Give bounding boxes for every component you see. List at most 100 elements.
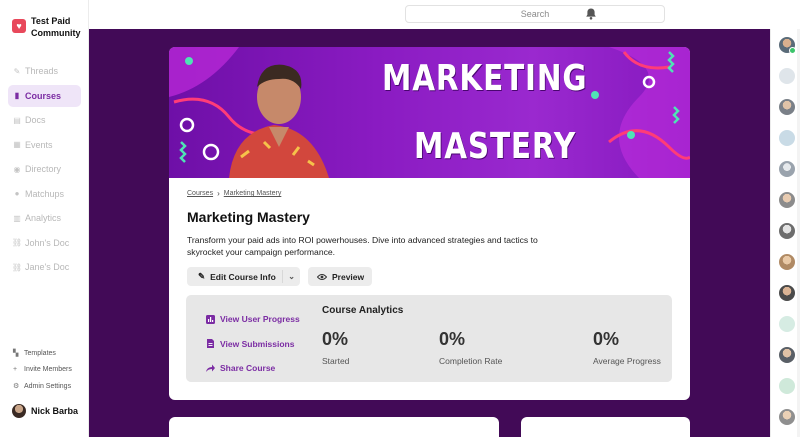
stat-started: 0% Started xyxy=(322,329,349,366)
share-icon xyxy=(206,364,215,372)
docs-icon: ▤ xyxy=(13,115,21,125)
brand[interactable]: ♥ Test Paid Community xyxy=(12,15,91,39)
sidebar-item-janes-doc[interactable]: ⛓ Jane's Doc xyxy=(8,256,81,278)
member-avatar[interactable] xyxy=(779,316,795,332)
bell-icon[interactable] xyxy=(584,7,598,21)
sidebar-item-label: Events xyxy=(25,139,53,150)
link-icon: ⛓ xyxy=(11,238,23,247)
chevron-down-icon[interactable]: ⌄ xyxy=(282,270,295,283)
user-name: Nick Barba xyxy=(31,406,79,416)
events-icon: ▦ xyxy=(13,140,21,149)
courses-icon: ▮ xyxy=(14,91,20,100)
member-avatar[interactable] xyxy=(779,130,795,146)
sidebar-bottom-links: ▚ Templates + Invite Members ⚙ Admin Set… xyxy=(13,345,72,395)
view-submissions-label: View Submissions xyxy=(220,338,295,349)
banner-title-line2: MASTERY xyxy=(414,126,577,167)
course-description: Transform your paid ads into ROI powerho… xyxy=(187,235,538,257)
user-profile[interactable]: Nick Barba xyxy=(12,404,78,418)
edit-course-info-button[interactable]: ✎ Edit Course Info ⌄ xyxy=(187,267,300,286)
sidebar-item-matchups[interactable]: ● Matchups xyxy=(8,183,81,205)
matchups-icon: ● xyxy=(14,189,20,198)
admin-settings-label: Admin Settings xyxy=(24,382,72,390)
member-avatar[interactable] xyxy=(779,285,795,301)
sidebar-item-label: Jane's Doc xyxy=(25,262,70,272)
pencil-icon: ✎ xyxy=(198,271,206,281)
sidebar-item-courses[interactable]: ▮ Courses xyxy=(8,84,81,107)
member-avatar[interactable] xyxy=(779,99,795,115)
breadcrumb: Courses › Marketing Mastery xyxy=(187,189,281,198)
templates-icon: ▚ xyxy=(13,350,19,358)
link-icon: ⛓ xyxy=(11,262,23,272)
sidebar-item-events[interactable]: ▦ Events xyxy=(8,134,81,156)
chevron-right-icon: › xyxy=(217,189,220,198)
members-rail xyxy=(770,29,800,437)
stat-average-progress: 0% Average Progress xyxy=(593,329,661,366)
stat-completion-rate: 0% Completion Rate xyxy=(439,329,502,366)
document-icon xyxy=(207,339,214,349)
avatar xyxy=(12,404,26,418)
member-avatar[interactable] xyxy=(779,409,795,425)
gear-icon: ⚙ xyxy=(13,383,20,391)
topbar xyxy=(89,0,770,29)
view-user-progress-label: View User Progress xyxy=(220,314,300,325)
templates-label: Templates xyxy=(24,349,56,357)
admin-settings-link[interactable]: ⚙ Admin Settings xyxy=(13,378,72,395)
share-course-label: Share Course xyxy=(220,363,276,374)
banner-title-line1: MARKETING xyxy=(382,58,588,99)
member-avatar[interactable] xyxy=(779,161,795,177)
sidebar-item-label: Docs xyxy=(25,115,46,125)
sidebar-item-threads[interactable]: ✎ Threads xyxy=(8,60,81,82)
sidebar-item-label: John's Doc xyxy=(25,237,70,248)
templates-link[interactable]: ▚ Templates xyxy=(13,345,72,362)
threads-icon: ✎ xyxy=(13,66,21,76)
bar-chart-icon xyxy=(206,314,215,324)
lessons-card xyxy=(169,417,499,437)
stat-label: Started xyxy=(322,356,350,366)
preview-label: Preview xyxy=(332,271,365,282)
course-card: MARKETING MASTERY Courses › Marketing Ma… xyxy=(169,47,690,400)
view-user-progress-link[interactable]: View User Progress xyxy=(206,307,300,332)
main-content: MARKETING MASTERY Courses › Marketing Ma… xyxy=(89,29,770,437)
heart-icon: ♥ xyxy=(12,19,26,33)
member-avatar[interactable] xyxy=(779,192,795,208)
sidebar-item-johns-doc[interactable]: ⛓ John's Doc xyxy=(8,232,81,254)
view-submissions-link[interactable]: View Submissions xyxy=(206,332,300,357)
stat-value: 0% xyxy=(322,329,349,349)
edit-course-info-label: Edit Course Info xyxy=(210,271,276,282)
breadcrumb-current[interactable]: Marketing Mastery xyxy=(224,190,282,197)
eye-icon xyxy=(317,273,327,280)
analytics-panel: View User Progress View Submissions Shar… xyxy=(186,295,672,382)
sidebar-item-label: Matchups xyxy=(25,188,65,199)
stat-value: 0% xyxy=(593,329,620,349)
sidebar-item-directory[interactable]: ◉ Directory xyxy=(8,158,81,180)
community-name: Test Paid Community xyxy=(31,16,81,38)
directory-icon: ◉ xyxy=(13,164,21,174)
preview-button[interactable]: Preview xyxy=(308,267,372,286)
stat-label: Completion Rate xyxy=(439,356,503,366)
sidebar-item-label: Directory xyxy=(25,164,62,174)
stat-label: Average Progress xyxy=(593,356,661,366)
sidebar: ♥ Test Paid Community ✎ Threads ▮ Course… xyxy=(0,0,89,437)
sidebar-item-label: Threads xyxy=(25,66,59,76)
search-input[interactable] xyxy=(405,5,665,23)
analytics-links: View User Progress View Submissions Shar… xyxy=(206,307,300,381)
invite-members-link[interactable]: + Invite Members xyxy=(13,362,72,379)
member-avatar[interactable] xyxy=(779,254,795,270)
share-course-link[interactable]: Share Course xyxy=(206,356,300,381)
member-avatar[interactable] xyxy=(779,68,795,84)
invite-members-label: Invite Members xyxy=(24,366,72,374)
breadcrumb-courses-link[interactable]: Courses xyxy=(187,190,213,197)
member-avatar[interactable] xyxy=(779,223,795,239)
sidebar-item-analytics[interactable]: ▥ Analytics xyxy=(8,207,81,229)
analytics-icon: ▥ xyxy=(13,213,21,223)
sidebar-item-label: Courses xyxy=(25,90,62,101)
member-avatar[interactable] xyxy=(779,378,795,394)
member-avatar[interactable] xyxy=(779,347,795,363)
side-card xyxy=(521,417,690,437)
course-banner: MARKETING MASTERY xyxy=(169,47,690,178)
page-title: Marketing Mastery xyxy=(187,209,310,225)
sidebar-item-docs[interactable]: ▤ Docs xyxy=(8,109,81,131)
member-avatar[interactable] xyxy=(779,37,796,54)
sidebar-item-label: Analytics xyxy=(25,213,62,223)
plus-icon: + xyxy=(13,366,18,374)
